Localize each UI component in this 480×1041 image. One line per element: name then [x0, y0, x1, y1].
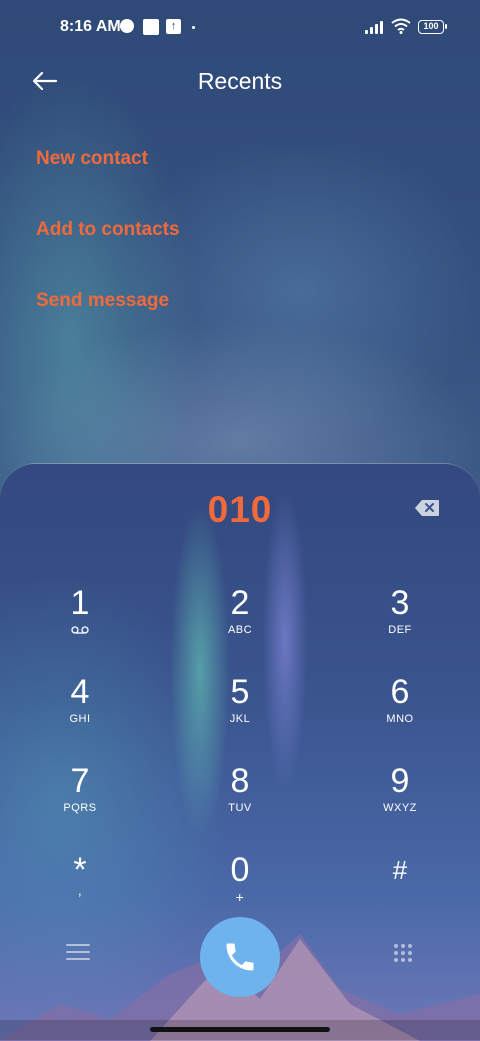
key-7[interactable]: 7 PQRS: [20, 762, 140, 832]
key-star[interactable]: * ,: [20, 851, 140, 921]
status-bar: 8:16 AM ↑ 100: [0, 0, 480, 56]
key-letters: PQRS: [63, 802, 97, 814]
signal-icon: [365, 21, 387, 34]
key-0[interactable]: 0 +: [180, 851, 300, 921]
key-hash[interactable]: #: [340, 851, 460, 921]
key-letters: +: [235, 889, 245, 905]
key-letters: DEF: [388, 624, 412, 636]
key-digit: 6: [390, 673, 410, 711]
dialed-number: 010: [207, 489, 273, 530]
key-8[interactable]: 8 TUV: [180, 762, 300, 832]
key-digit: 1: [70, 584, 90, 622]
menu-icon[interactable]: [66, 944, 90, 962]
notification-icon: [120, 19, 134, 33]
key-letters: GHI: [69, 713, 91, 725]
key-digit: 2: [230, 584, 250, 622]
wifi-icon: [391, 18, 411, 34]
battery-icon: 100: [418, 20, 447, 34]
key-letters: TUV: [228, 802, 252, 814]
voicemail-icon: [71, 626, 89, 634]
key-9[interactable]: 9 WXYZ: [340, 762, 460, 832]
new-contact-button[interactable]: New contact: [36, 148, 148, 170]
key-4[interactable]: 4 GHI: [20, 673, 140, 743]
key-2[interactable]: 2 ABC: [180, 584, 300, 654]
call-button[interactable]: [200, 917, 280, 997]
key-1[interactable]: 1: [20, 584, 140, 654]
key-letters: WXYZ: [383, 802, 417, 814]
key-3[interactable]: 3 DEF: [340, 584, 460, 654]
key-letters: ,: [77, 883, 83, 898]
more-notifications-dot-icon: [192, 26, 195, 29]
key-letters: ABC: [227, 624, 253, 636]
key-digit: 9: [390, 762, 410, 800]
dialpad-icon[interactable]: [393, 943, 413, 963]
key-digit: 7: [70, 762, 90, 800]
key-digit: 5: [230, 673, 250, 711]
key-digit: 4: [70, 673, 90, 711]
page-title: Recents: [197, 68, 283, 94]
notification-square-icon: [143, 19, 159, 35]
key-letters: MNO: [386, 713, 414, 725]
key-digit: 3: [390, 584, 410, 622]
dialpad-sheet: 010 1 2 ABC 3 DEF 4 GHI 5 JKL 6 MNO 7 PQ…: [0, 463, 480, 1041]
key-digit: 0: [230, 851, 250, 889]
key-6[interactable]: 6 MNO: [340, 673, 460, 743]
key-letters: JKL: [229, 713, 251, 725]
key-digit: 8: [230, 762, 250, 800]
send-message-button[interactable]: Send message: [36, 290, 169, 312]
status-time: 8:16 AM: [60, 18, 121, 35]
upload-icon: ↑: [166, 19, 181, 34]
key-5[interactable]: 5 JKL: [180, 673, 300, 743]
phone-icon: [226, 943, 254, 971]
backspace-icon[interactable]: [414, 499, 440, 517]
home-indicator[interactable]: [150, 1027, 330, 1032]
add-to-contacts-button[interactable]: Add to contacts: [36, 219, 180, 241]
key-digit: #: [392, 855, 408, 885]
